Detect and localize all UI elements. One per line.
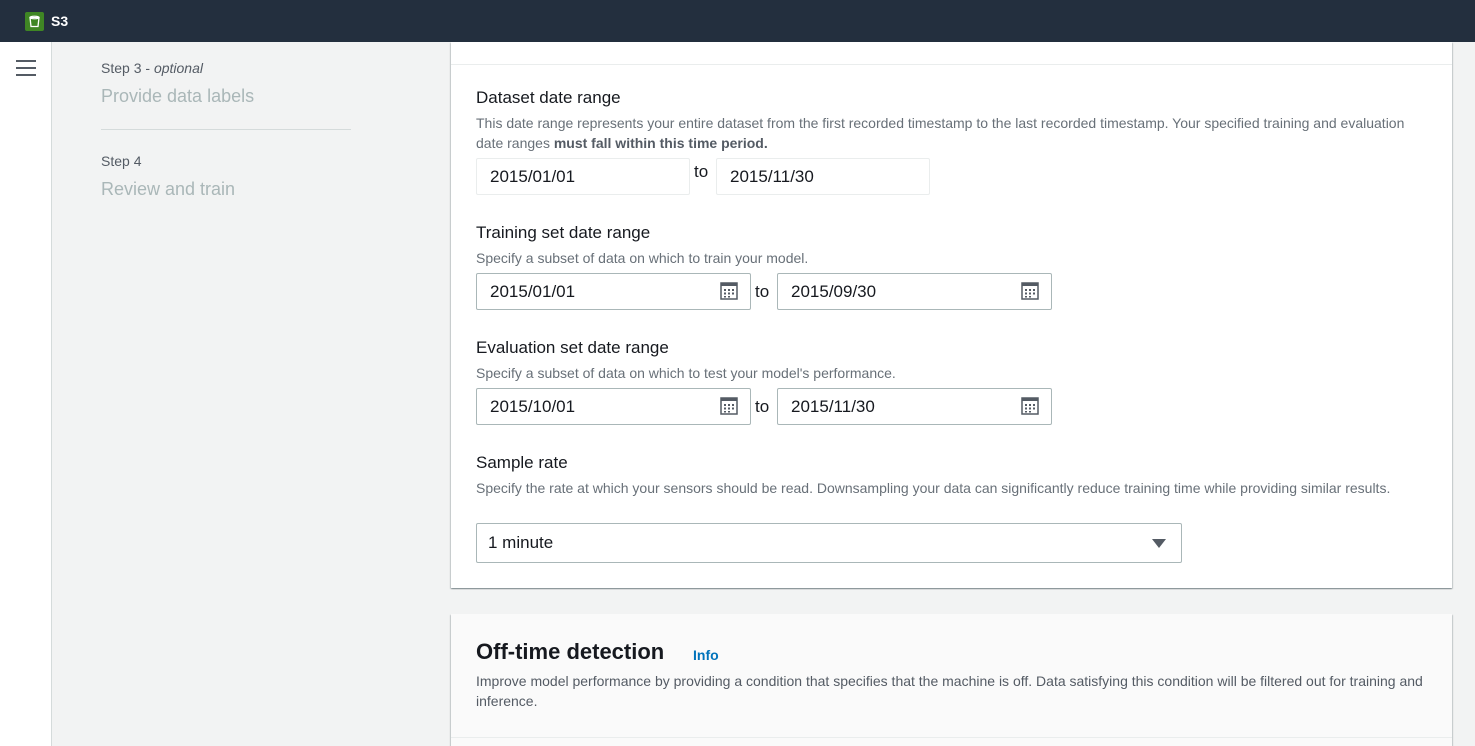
menu-icon[interactable] (16, 59, 36, 77)
panel-top-band (451, 42, 1452, 65)
service-name[interactable]: S3 (51, 13, 68, 29)
dataset-date-range-emphasis: must fall within this time period. (553, 135, 768, 151)
step-4-number: Step 4 (101, 153, 142, 169)
step-3-number: Step 3 (101, 60, 142, 76)
off-time-detection-title: Off-time detection (476, 639, 665, 664)
sample-rate-description: Specify the rate at which your sensors s… (476, 480, 1391, 496)
side-navigation-rail (0, 42, 52, 746)
evaluation-end-date-input[interactable]: 2015/11/30 (777, 388, 1052, 425)
training-end-date-input[interactable]: 2015/09/30 (777, 273, 1052, 310)
step-3-optional: optional (153, 60, 203, 76)
dataset-to-label: to (694, 162, 709, 181)
sample-rate-value: 1 minute (488, 533, 554, 552)
training-end-date-value: 2015/09/30 (791, 282, 877, 301)
dataset-end-date-field: 2015/11/30 (716, 158, 930, 195)
dataset-date-range-label: Dataset date range (476, 88, 621, 107)
training-to-label: to (755, 282, 770, 301)
step-3-label: Step 3 - optional (101, 60, 203, 76)
dataset-date-range-description: This date range represents your entire d… (476, 115, 1405, 151)
evaluation-end-date-value: 2015/11/30 (791, 397, 875, 416)
training-start-date-value: 2015/01/01 (490, 282, 576, 301)
evaluation-date-range-label: Evaluation set date range (476, 338, 669, 357)
step-divider (101, 129, 351, 130)
dataset-start-date-field: 2015/01/01 (476, 158, 690, 195)
calendar-icon[interactable] (1021, 282, 1039, 300)
evaluation-start-date-input[interactable]: 2015/10/01 (476, 388, 751, 425)
training-settings-panel: Dataset date range This date range repre… (451, 42, 1452, 588)
s3-bucket-icon[interactable] (25, 12, 44, 31)
caret-down-icon (1152, 539, 1166, 548)
calendar-icon[interactable] (1021, 397, 1039, 415)
step-3-title[interactable]: Provide data labels (101, 86, 254, 107)
training-date-range-label: Training set date range (476, 223, 651, 242)
calendar-icon[interactable] (720, 282, 738, 300)
training-start-date-input[interactable]: 2015/01/01 (476, 273, 751, 310)
evaluation-to-label: to (755, 397, 770, 416)
training-date-range-description: Specify a subset of data on which to tra… (476, 250, 809, 266)
info-link[interactable]: Info (693, 647, 719, 663)
evaluation-start-date-value: 2015/10/01 (490, 397, 576, 416)
sample-rate-select[interactable]: 1 minute (476, 523, 1182, 563)
evaluation-date-range-description: Specify a subset of data on which to tes… (476, 365, 896, 381)
off-time-detection-description: Improve model performance by providing a… (476, 673, 1423, 709)
off-time-detection-panel: Off-time detection Info Improve model pe… (451, 614, 1452, 746)
top-navigation-bar: S3 (0, 0, 1475, 42)
sample-rate-label: Sample rate (476, 453, 568, 472)
panel-divider (451, 737, 1452, 738)
step-4-title[interactable]: Review and train (101, 179, 235, 200)
calendar-icon[interactable] (720, 397, 738, 415)
